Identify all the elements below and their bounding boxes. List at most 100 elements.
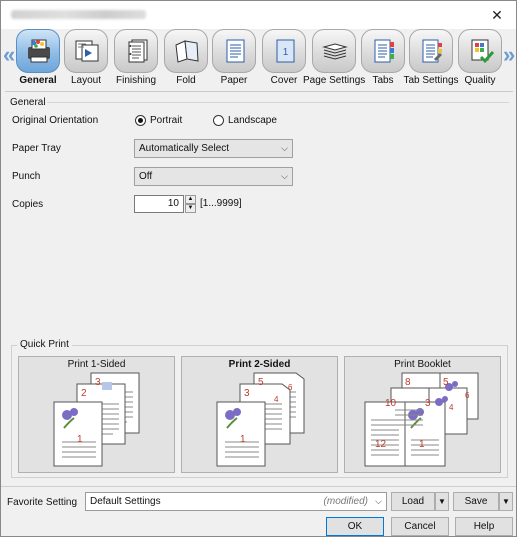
landscape-radio[interactable]: Landscape <box>213 115 277 126</box>
page-settings-icon <box>312 29 356 73</box>
landscape-label: Landscape <box>228 115 277 126</box>
orientation-label: Original Orientation <box>12 115 99 126</box>
tab-tabs[interactable]: Tabs <box>361 29 405 89</box>
tab-label: General <box>19 75 57 86</box>
punch-label: Punch <box>12 171 41 182</box>
punch-value: Off <box>139 171 153 182</box>
print-1-sided-button[interactable]: Print 1-Sided 3 2 1 <box>18 356 175 473</box>
copies-label: Copies <box>12 199 44 210</box>
load-dropdown-icon[interactable]: ▼ <box>435 492 449 511</box>
print-2-sided-button[interactable]: Print 2-Sided 5 6 3 4 1 <box>181 356 338 473</box>
page-number: 2 <box>81 388 87 399</box>
help-button[interactable]: Help <box>455 517 513 536</box>
card-label: Print 2-Sided <box>228 359 291 370</box>
one-sided-pages-illustration: 3 2 1 <box>53 372 140 467</box>
portrait-radio[interactable]: Portrait <box>135 115 182 126</box>
tab-label: Page Settings <box>303 75 366 86</box>
tab-settings-icon <box>409 29 453 73</box>
page-number: 1 <box>419 439 425 450</box>
svg-text:1: 1 <box>283 47 289 58</box>
page-number: 1 <box>240 434 246 445</box>
tab-label: Fold <box>176 75 196 86</box>
radio-circle <box>135 115 146 126</box>
page-number: 5 <box>258 377 264 388</box>
page-number: 12 <box>375 439 387 450</box>
save-button[interactable]: Save <box>453 492 499 511</box>
tab-fold[interactable]: Fold <box>163 29 209 89</box>
tab-label: Paper <box>220 75 248 86</box>
page-number: 3 <box>95 377 101 388</box>
tab-quality[interactable]: Quality <box>457 29 503 89</box>
ok-button[interactable]: OK <box>326 517 384 536</box>
page-number: 8 <box>405 377 411 388</box>
divider <box>47 102 509 103</box>
tab-page-settings[interactable]: Page Settings <box>303 29 365 89</box>
divider <box>1 486 516 487</box>
chevron-down-icon: ⌵ <box>375 496 382 506</box>
close-icon[interactable]: ✕ <box>488 6 506 24</box>
booklet-pages-illustration: 8 5 6 10 3 4 12 1 <box>364 372 479 467</box>
quick-print-title: Quick Print <box>17 339 72 350</box>
copies-range: [1...9999] <box>200 198 242 209</box>
tab-label: Tabs <box>372 75 394 86</box>
page-number: 6 <box>465 391 470 400</box>
card-label: Print 1-Sided <box>67 359 126 370</box>
paper-tray-value: Automatically Select <box>139 143 230 154</box>
favorite-setting-value: Default Settings <box>90 496 161 507</box>
tab-label: Layout <box>70 75 102 86</box>
page-number: 3 <box>425 398 431 409</box>
tab-layout[interactable]: Layout <box>63 29 109 89</box>
tab-label: Finishing <box>115 75 157 86</box>
chevron-down-icon: ⌵ <box>281 171 288 181</box>
scroll-right-icon[interactable]: » <box>503 41 515 71</box>
page-number: 4 <box>274 395 279 404</box>
save-dropdown-icon[interactable]: ▼ <box>499 492 513 511</box>
print-preferences-dialog: ✕ « » General Layout Finishing Fold Pape… <box>0 0 517 537</box>
layout-icon <box>64 29 108 73</box>
page-number: 1 <box>77 434 83 445</box>
cover-icon: 1 <box>262 29 306 73</box>
paper-icon <box>212 29 256 73</box>
tab-label: Quality <box>464 75 496 86</box>
favorite-setting-label: Favorite Setting <box>7 497 78 508</box>
portrait-label: Portrait <box>150 115 183 126</box>
paper-tray-label: Paper Tray <box>12 143 61 154</box>
page-number: 6 <box>288 383 293 392</box>
punch-select[interactable]: Off ⌵ <box>134 167 293 186</box>
modified-indicator: (modified) <box>323 496 368 507</box>
copies-stepper: ▲ ▼ <box>185 195 196 213</box>
tab-paper[interactable]: Paper <box>211 29 257 89</box>
spin-down-icon[interactable]: ▼ <box>185 204 196 213</box>
copies-input[interactable]: 10 <box>134 195 184 213</box>
page-number: 4 <box>449 403 454 412</box>
tabs-icon <box>361 29 405 73</box>
page-number: 5 <box>443 377 449 388</box>
tab-cover[interactable]: 1 Cover <box>259 29 309 89</box>
spin-up-icon[interactable]: ▲ <box>185 195 196 204</box>
load-button[interactable]: Load <box>391 492 435 511</box>
print-booklet-button[interactable]: Print Booklet 8 5 6 10 3 4 12 1 <box>344 356 501 473</box>
divider <box>5 91 513 92</box>
tab-finishing[interactable]: Finishing <box>111 29 161 89</box>
group-title-general: General <box>10 97 46 108</box>
card-label: Print Booklet <box>394 359 451 370</box>
two-sided-pages-illustration: 5 6 3 4 1 <box>216 372 305 467</box>
cancel-button[interactable]: Cancel <box>391 517 449 536</box>
tab-label: Tab Settings <box>403 75 459 86</box>
tab-general[interactable]: General <box>13 29 63 89</box>
finishing-icon <box>114 29 158 73</box>
title-bar: ✕ <box>1 1 516 29</box>
page-number: 3 <box>244 388 250 399</box>
window-title-blurred <box>11 10 146 19</box>
general-icon <box>16 29 60 73</box>
paper-tray-select[interactable]: Automatically Select ⌵ <box>134 139 293 158</box>
tab-label: Cover <box>270 75 298 86</box>
tab-icon-bar: « » General Layout Finishing Fold Paper … <box>1 29 516 89</box>
chevron-down-icon: ⌵ <box>281 143 288 153</box>
favorite-setting-select[interactable]: Default Settings (modified) ⌵ <box>85 492 387 511</box>
radio-circle <box>213 115 224 126</box>
tab-tab-settings[interactable]: Tab Settings <box>403 29 459 89</box>
fold-icon <box>164 29 208 73</box>
quality-icon <box>458 29 502 73</box>
page-number: 10 <box>385 398 397 409</box>
